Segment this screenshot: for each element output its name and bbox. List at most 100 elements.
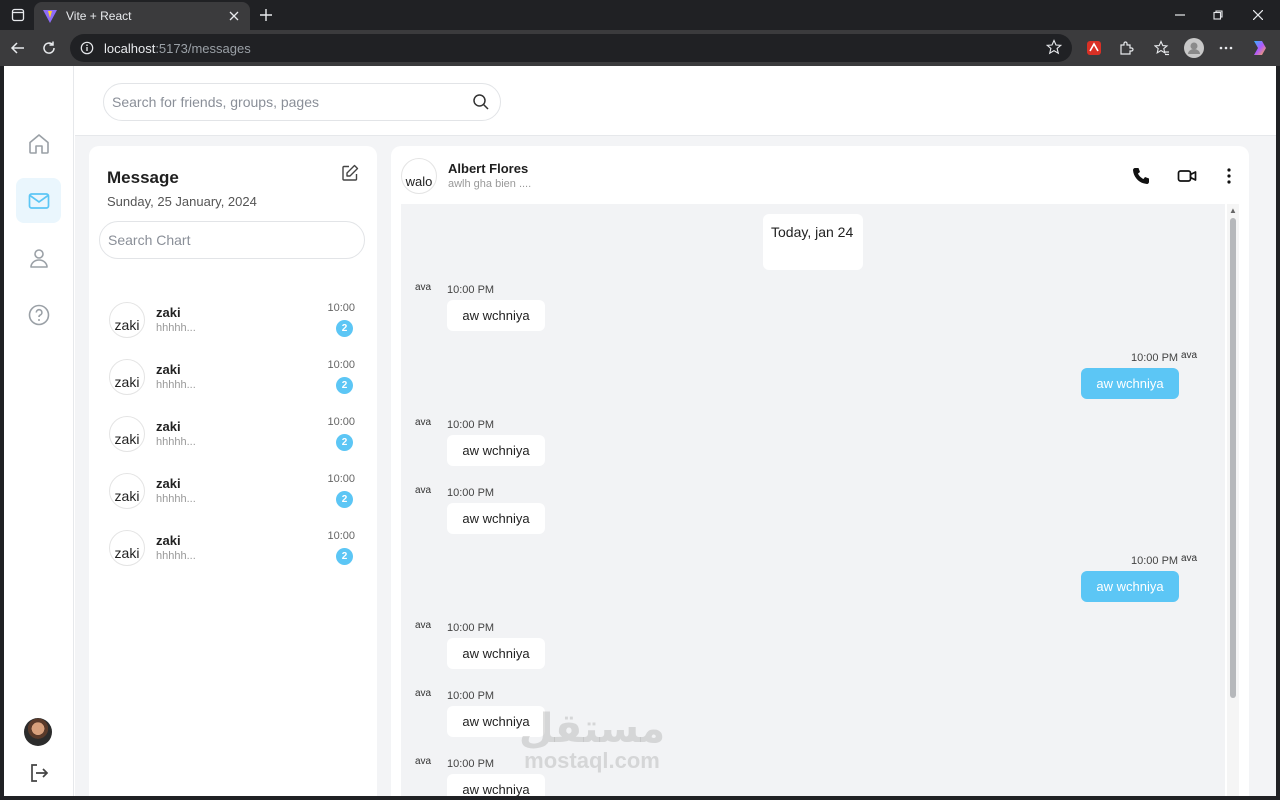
url-host: localhost — [104, 40, 156, 56]
browser-tab-bar: Vite + React — [0, 0, 1280, 30]
conversation-name: zaki — [156, 305, 181, 320]
home-nav-button[interactable] — [16, 121, 61, 166]
conversation-time: 10:00 — [327, 530, 355, 542]
global-search-input[interactable] — [112, 94, 472, 110]
contact-avatar[interactable]: walo — [401, 158, 437, 194]
message-bubble: aw wchniya — [447, 503, 545, 534]
copilot-icon[interactable] — [1248, 36, 1272, 60]
close-tab-icon[interactable] — [226, 8, 242, 24]
more-vertical-icon — [1227, 168, 1231, 184]
conversation-avatar: zaki — [109, 302, 145, 338]
global-search — [103, 83, 501, 121]
message-avatar: ava — [415, 282, 432, 293]
app-window: Message Sunday, 25 January, 2024 zaki za… — [4, 66, 1276, 796]
video-call-button[interactable] — [1175, 164, 1199, 188]
chat-search-input[interactable] — [108, 232, 356, 248]
message-time: 10:00 PM — [1131, 555, 1179, 567]
voice-call-button[interactable] — [1129, 164, 1153, 188]
favorite-star-icon[interactable] — [1045, 38, 1063, 58]
extension-red-icon[interactable] — [1082, 36, 1106, 60]
message-bubble: aw wchniya — [447, 774, 545, 796]
message-time: 10:00 PM — [447, 758, 495, 770]
compose-button[interactable] — [341, 164, 359, 187]
panel-title: Message — [107, 168, 179, 187]
messages-nav-button[interactable] — [16, 178, 61, 223]
restore-icon[interactable] — [1198, 0, 1238, 30]
conversation-item[interactable]: zaki zaki hhhhh... 10:00 2 — [109, 359, 359, 403]
conversation-avatar: zaki — [109, 473, 145, 509]
content-area: Message Sunday, 25 January, 2024 zaki za… — [75, 136, 1276, 796]
conversation-avatar: zaki — [109, 359, 145, 395]
message-time: 10:00 PM — [447, 284, 495, 296]
close-window-icon[interactable] — [1238, 0, 1278, 30]
message-avatar: ava — [415, 688, 432, 699]
unread-badge: 2 — [336, 548, 353, 565]
search-icon[interactable] — [472, 93, 490, 111]
conversation-time: 10:00 — [327, 359, 355, 371]
conversation-item[interactable]: zaki zaki hhhhh... 10:00 2 — [109, 473, 359, 517]
user-avatar[interactable] — [24, 718, 52, 746]
conversation-item[interactable]: zaki zaki hhhhh... 10:00 2 — [109, 530, 359, 574]
more-menu-icon[interactable] — [1214, 36, 1238, 60]
new-tab-icon[interactable] — [255, 4, 277, 26]
address-bar[interactable]: localhost:5173/messages — [70, 34, 1072, 62]
back-icon[interactable] — [6, 36, 30, 60]
tab-actions-icon[interactable] — [8, 0, 28, 30]
contact-name: Albert Flores — [448, 161, 529, 176]
message-avatar: ava — [1181, 553, 1198, 564]
scroll-up-arrow-icon[interactable]: ▲ — [1229, 206, 1237, 215]
chat-scrollbar[interactable]: ▲ — [1227, 204, 1239, 796]
conversation-preview: hhhhh... — [156, 379, 196, 391]
chat-options-button[interactable] — [1217, 164, 1241, 188]
unread-badge: 2 — [336, 491, 353, 508]
conversation-time: 10:00 — [327, 473, 355, 485]
help-icon — [28, 304, 49, 325]
site-info-icon[interactable] — [80, 41, 94, 55]
unread-badge: 2 — [336, 320, 353, 337]
tab-title: Vite + React — [66, 9, 132, 23]
contact-status: awlh gha bien .... — [448, 178, 532, 190]
message-list-panel: Message Sunday, 25 January, 2024 zaki za… — [89, 146, 377, 796]
message-bubble: aw wchniya — [1081, 571, 1179, 602]
url-path: :5173/messages — [155, 40, 251, 56]
conversation-preview: hhhhh... — [156, 436, 196, 448]
conversation-time: 10:00 — [327, 416, 355, 428]
message-thread: Today, jan 24 ava 10:00 PM aw wchniya 10… — [401, 204, 1225, 796]
message-avatar: ava — [415, 756, 432, 767]
conversation-preview: hhhhh... — [156, 493, 196, 505]
message-time: 10:00 PM — [447, 487, 495, 499]
profile-nav-button[interactable] — [16, 235, 61, 280]
message-avatar: ava — [415, 485, 432, 496]
logout-button[interactable] — [28, 762, 50, 789]
help-nav-button[interactable] — [16, 292, 61, 337]
unread-badge: 2 — [336, 434, 353, 451]
conversation-name: zaki — [156, 533, 181, 548]
top-bar — [75, 66, 1276, 136]
message-time: 10:00 PM — [447, 419, 495, 431]
unread-badge: 2 — [336, 377, 353, 394]
vite-logo-icon — [43, 10, 57, 23]
message-time: 10:00 PM — [447, 690, 495, 702]
profile-avatar-icon[interactable] — [1182, 36, 1206, 60]
conversation-item[interactable]: zaki zaki hhhhh... 10:00 2 — [109, 416, 359, 460]
chat-panel: walo Albert Flores awlh gha bien .... To… — [391, 146, 1249, 796]
extensions-puzzle-icon[interactable] — [1114, 36, 1138, 60]
scrollbar-thumb[interactable] — [1230, 218, 1236, 698]
conversation-name: zaki — [156, 362, 181, 377]
message-avatar: ava — [1181, 350, 1198, 361]
conversation-name: zaki — [156, 476, 181, 491]
user-icon — [29, 248, 48, 268]
message-bubble: aw wchniya — [447, 435, 545, 466]
reload-icon[interactable] — [37, 36, 61, 60]
video-camera-icon — [1177, 170, 1197, 182]
message-time: 10:00 PM — [1131, 352, 1179, 364]
message-bubble: aw wchniya — [447, 638, 545, 669]
browser-tab[interactable]: Vite + React — [34, 2, 250, 30]
conversation-item[interactable]: zaki zaki hhhhh... 10:00 2 — [109, 302, 359, 346]
minimize-icon[interactable] — [1160, 0, 1200, 30]
message-time: 10:00 PM — [447, 622, 495, 634]
favorites-icon[interactable] — [1150, 36, 1174, 60]
message-avatar: ava — [415, 417, 432, 428]
phone-icon — [1133, 168, 1149, 184]
conversation-preview: hhhhh... — [156, 550, 196, 562]
